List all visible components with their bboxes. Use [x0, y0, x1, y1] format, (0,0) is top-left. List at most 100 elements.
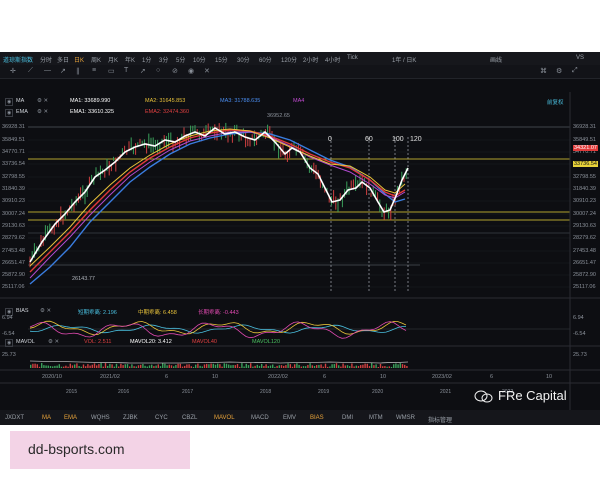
volume-bar	[113, 366, 115, 368]
volume-bar	[184, 365, 186, 368]
volume-bar	[316, 365, 318, 368]
indicator-tab[interactable]: CYC	[155, 415, 168, 421]
mavol-axis-left: 25.73	[2, 352, 16, 358]
x-tick: 2021/02	[100, 374, 120, 380]
indicator-tab[interactable]: EMV	[283, 415, 296, 421]
volume-bar	[245, 363, 247, 368]
volume-bar	[298, 364, 300, 368]
volume-bar	[120, 363, 122, 368]
volume-bar	[107, 365, 109, 368]
indicator-tab[interactable]: JXDXT	[5, 415, 24, 421]
volume-bar	[351, 363, 353, 368]
indicator-tab[interactable]: EMA	[64, 415, 77, 421]
low-label: 26143.77	[72, 276, 95, 282]
price-chart[interactable]	[0, 52, 600, 425]
volume-bar	[133, 366, 135, 368]
x-tick: 6	[165, 374, 169, 380]
volume-bar	[80, 366, 82, 368]
volume-bar	[206, 363, 208, 368]
x-year: 2020	[372, 389, 384, 395]
bias-settings-icon[interactable]: ⚙ ✕	[40, 308, 51, 314]
volume-bar	[197, 363, 199, 368]
indicator-tab[interactable]: MACD	[251, 415, 269, 421]
volume-bar	[179, 363, 181, 368]
volume-bar	[287, 363, 289, 368]
indicator-tab[interactable]: 指标管理	[428, 415, 452, 424]
volume-bar	[335, 363, 338, 368]
volume-bar	[320, 364, 322, 368]
indicator-tab[interactable]: WQHS	[91, 415, 110, 421]
price-tick-left: 30910.23	[2, 198, 25, 204]
indicator-tab[interactable]: DMI	[342, 415, 353, 421]
volume-bar	[188, 364, 190, 368]
volume-bar	[263, 366, 265, 368]
volume-bar	[342, 363, 344, 368]
volume-bar	[324, 363, 327, 368]
volume-bar	[89, 365, 91, 368]
volume-bar	[56, 365, 58, 368]
volume-bar	[153, 366, 155, 368]
volume-bar	[322, 366, 324, 368]
volume-bar	[219, 364, 221, 368]
volume-bar	[333, 364, 335, 368]
volume-bar	[135, 366, 137, 368]
volume-bar	[331, 364, 333, 368]
price-tick-right: 25117.06	[573, 284, 596, 290]
volume-bar	[41, 363, 43, 368]
bias-short-value: 短期乖离: 2.196	[78, 310, 117, 316]
volume-bar	[338, 365, 340, 368]
mavol-settings-icon[interactable]: ⚙ ✕	[48, 339, 59, 345]
volume-bar	[146, 366, 148, 368]
volume-bar	[36, 364, 38, 368]
volume-bar	[329, 366, 331, 368]
price-tick-left: 30007.24	[2, 211, 25, 217]
price-tick-left: 26651.47	[2, 260, 25, 266]
price-tick-right: 35849.51	[573, 137, 596, 143]
bias-label: BIAS	[16, 308, 29, 314]
volume-bar	[65, 365, 67, 368]
indicator-tab[interactable]: BIAS	[310, 415, 324, 421]
volume-bar	[265, 364, 267, 368]
indicator-tab[interactable]: MA	[42, 415, 51, 421]
volume-bar	[78, 366, 80, 368]
indicator-tab[interactable]: CBZL	[182, 415, 197, 421]
indicator-tab[interactable]: ZJBK	[123, 415, 138, 421]
volume-bar	[241, 363, 243, 368]
indicator-tab[interactable]: MTM	[369, 415, 383, 421]
price-tick-left: 29130.63	[2, 223, 25, 229]
mavol-label: MAVOL	[16, 339, 35, 345]
x-year: 2018	[260, 389, 272, 395]
url-label: dd-bsports.com	[28, 441, 125, 457]
price-tick-right: 33736.54	[573, 161, 598, 167]
volume-bar	[250, 363, 252, 368]
x-year: 2021	[440, 389, 452, 395]
peak-label: 36952.65	[267, 113, 290, 119]
volume-bar	[340, 366, 342, 368]
volume-bar	[212, 363, 214, 368]
volume-bar	[236, 364, 239, 368]
volume-bar	[195, 364, 197, 368]
price-tick-left: 28279.62	[2, 235, 25, 241]
volume-bar	[294, 364, 296, 368]
volume-bar	[100, 363, 102, 368]
indicator-tab[interactable]: WMSR	[396, 415, 415, 421]
volume-bar	[362, 364, 364, 368]
volume-bar	[60, 366, 63, 368]
volume-bar	[69, 363, 71, 368]
price-tick-right: 27453.48	[573, 248, 596, 254]
price-tick-left: 34770.71	[2, 149, 25, 155]
indicator-tab[interactable]: MAVOL	[214, 415, 235, 421]
volume-bar	[243, 366, 245, 368]
volume-bar	[285, 365, 287, 368]
mavol-toggle[interactable]: ◉	[5, 339, 14, 347]
volume-bar	[230, 365, 232, 368]
vol-value: VOL: 2.511	[84, 339, 112, 345]
volume-bar	[43, 365, 45, 368]
volume-bar	[30, 364, 32, 368]
volume-bar	[386, 366, 388, 368]
price-tick-left: 25872.90	[2, 272, 25, 278]
volume-bar	[71, 365, 74, 368]
volume-bar	[102, 366, 104, 368]
volume-bar	[406, 365, 408, 368]
price-tick-right: 30007.24	[573, 211, 596, 217]
